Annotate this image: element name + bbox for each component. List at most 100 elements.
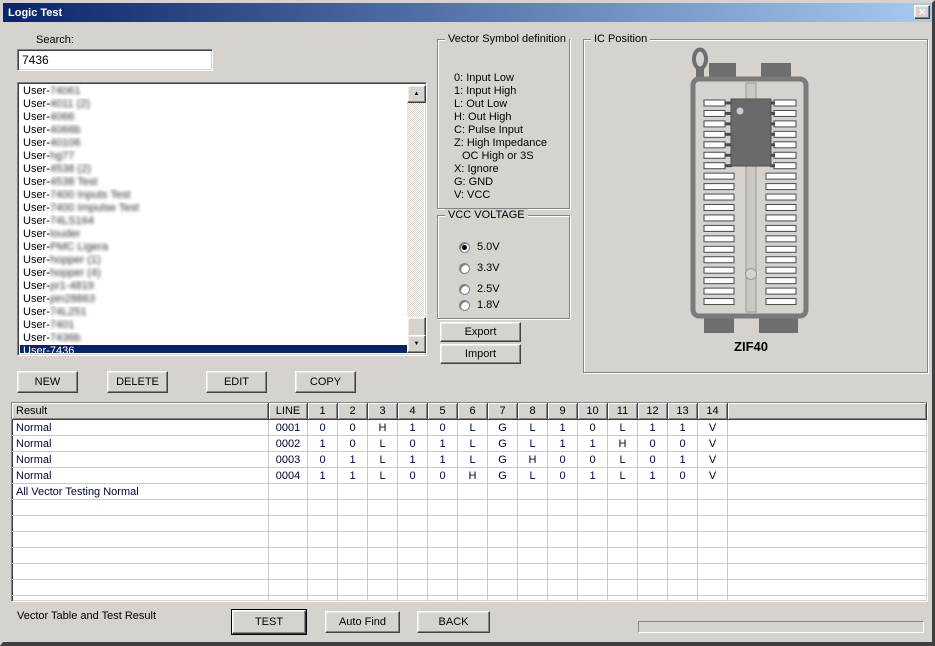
copy-button[interactable]: COPY <box>295 371 356 393</box>
list-item[interactable]: User-7436b <box>20 332 407 345</box>
preset-list[interactable]: User-74061User-4011 (2)User-4066User-406… <box>17 82 427 356</box>
column-header-pin[interactable]: 4 <box>398 403 428 420</box>
scroll-down-button[interactable]: ▼ <box>407 335 426 353</box>
column-header-pin[interactable]: 12 <box>638 403 668 420</box>
pin-slot-left <box>704 184 734 190</box>
list-item[interactable]: User-7400 Inputs Test <box>20 189 407 202</box>
close-button[interactable]: ✕ <box>914 5 930 19</box>
pin-value-cell: 0 <box>398 436 428 452</box>
list-item[interactable]: User-hopper (4) <box>20 267 407 280</box>
column-header-pin[interactable]: 5 <box>428 403 458 420</box>
column-header-pin[interactable]: 13 <box>668 403 698 420</box>
pin-value-cell <box>608 596 638 602</box>
column-header-pin[interactable]: 1 <box>308 403 338 420</box>
column-header-pin[interactable]: 8 <box>518 403 548 420</box>
vector-symbol-line: H: Out High <box>438 111 569 124</box>
pin-value-cell <box>518 500 548 516</box>
column-header-pin[interactable]: 7 <box>488 403 518 420</box>
footer-status-label: Vector Table and Test Result <box>17 610 156 622</box>
column-header-pin[interactable]: 9 <box>548 403 578 420</box>
table-row[interactable]: Normal000301L11LGH00L01V <box>12 452 927 468</box>
column-header-result[interactable]: Result <box>12 403 269 420</box>
export-button[interactable]: Export <box>440 322 521 342</box>
list-item[interactable]: User-PMC Ligera <box>20 241 407 254</box>
list-item[interactable]: User-pin28863 <box>20 293 407 306</box>
list-item[interactable]: User-hopper (1) <box>20 254 407 267</box>
table-empty-row[interactable] <box>12 532 927 548</box>
vcc-option-2.5V[interactable]: 2.5V <box>459 282 500 296</box>
delete-button[interactable]: DELETE <box>107 371 168 393</box>
list-item[interactable]: User-hg77 <box>20 150 407 163</box>
table-empty-row[interactable] <box>12 596 927 602</box>
column-header-line[interactable]: LINE <box>269 403 308 420</box>
radio-icon[interactable] <box>459 242 470 253</box>
list-item[interactable]: User-74061 <box>20 85 407 98</box>
pin-value-cell <box>668 484 698 500</box>
new-button[interactable]: NEW <box>17 371 78 393</box>
list-item-selected[interactable]: User-7436 <box>20 345 407 353</box>
column-header-pin[interactable]: 14 <box>698 403 728 420</box>
table-summary-row[interactable]: All Vector Testing Normal <box>12 484 927 500</box>
vcc-option-5.0V[interactable]: 5.0V <box>459 240 500 254</box>
list-item[interactable]: User-4066 <box>20 111 407 124</box>
pin-value-cell <box>488 532 518 548</box>
radio-icon[interactable] <box>459 263 470 274</box>
table-empty-row[interactable] <box>12 564 927 580</box>
list-item[interactable]: User-7400 Impulse Test <box>20 202 407 215</box>
list-item[interactable]: User-74L251 <box>20 306 407 319</box>
column-header-pin[interactable]: 6 <box>458 403 488 420</box>
radio-icon[interactable] <box>459 300 470 311</box>
vector-symbol-line: G: GND <box>438 176 569 189</box>
scroll-up-button[interactable]: ▲ <box>407 85 426 103</box>
table-empty-row[interactable] <box>12 548 927 564</box>
table-row[interactable]: Normal000100H10LGL10L11V <box>12 420 927 436</box>
list-item[interactable]: User-4538 Test <box>20 176 407 189</box>
list-item-blurred-text: 4066 <box>50 111 74 123</box>
list-item[interactable]: User-louder <box>20 228 407 241</box>
list-item[interactable]: User-7401 <box>20 319 407 332</box>
table-row[interactable]: Normal000210L01LGL11H00V <box>12 436 927 452</box>
pin-value-cell <box>338 484 368 500</box>
pin-slot-left <box>704 267 734 273</box>
pin-value-cell: H <box>458 468 488 484</box>
column-header-pin[interactable]: 3 <box>368 403 398 420</box>
list-item[interactable]: User-74LS164 <box>20 215 407 228</box>
column-header-pin[interactable]: 10 <box>578 403 608 420</box>
list-item-prefix: User- <box>23 306 50 318</box>
edit-button[interactable]: EDIT <box>206 371 267 393</box>
pin-value-cell <box>668 580 698 596</box>
scrollbar-thumb[interactable] <box>407 317 426 337</box>
column-header-pin[interactable]: 11 <box>608 403 638 420</box>
vcc-option-1.8V[interactable]: 1.8V <box>459 298 500 312</box>
list-scrollbar[interactable]: ▲ ▼ <box>407 85 424 353</box>
import-button[interactable]: Import <box>440 344 521 364</box>
column-header-pin[interactable]: 2 <box>338 403 368 420</box>
vcc-option-3.3V[interactable]: 3.3V <box>459 261 500 275</box>
pin-value-cell <box>398 564 428 580</box>
search-label: Search: <box>36 34 74 46</box>
list-item[interactable]: User-4538 (2) <box>20 163 407 176</box>
back-button[interactable]: BACK <box>417 611 490 633</box>
list-item[interactable]: User-pr1-4819 <box>20 280 407 293</box>
list-item-blurred-text: 74L251 <box>50 306 87 318</box>
table-row[interactable]: Normal000411L00HGL01L10V <box>12 468 927 484</box>
test-button[interactable]: TEST <box>232 610 306 634</box>
pin-value-cell <box>428 516 458 532</box>
preset-list-items: User-74061User-4011 (2)User-4066User-406… <box>20 85 407 353</box>
table-empty-row[interactable] <box>12 580 927 596</box>
auto-find-button[interactable]: Auto Find <box>325 611 400 633</box>
list-item[interactable]: User-4066b <box>20 124 407 137</box>
result-table[interactable]: ResultLINE1234567891011121314Normal00010… <box>11 402 928 602</box>
table-empty-row[interactable] <box>12 516 927 532</box>
pin-value-cell <box>668 500 698 516</box>
search-input[interactable] <box>17 49 213 71</box>
pin-value-cell <box>488 484 518 500</box>
pin-value-cell: 0 <box>668 468 698 484</box>
list-item[interactable]: User-40106 <box>20 137 407 150</box>
list-item-prefix: User- <box>23 85 50 97</box>
pin-value-cell <box>548 548 578 564</box>
radio-icon[interactable] <box>459 284 470 295</box>
result-cell <box>12 564 269 580</box>
list-item[interactable]: User-4011 (2) <box>20 98 407 111</box>
table-empty-row[interactable] <box>12 500 927 516</box>
